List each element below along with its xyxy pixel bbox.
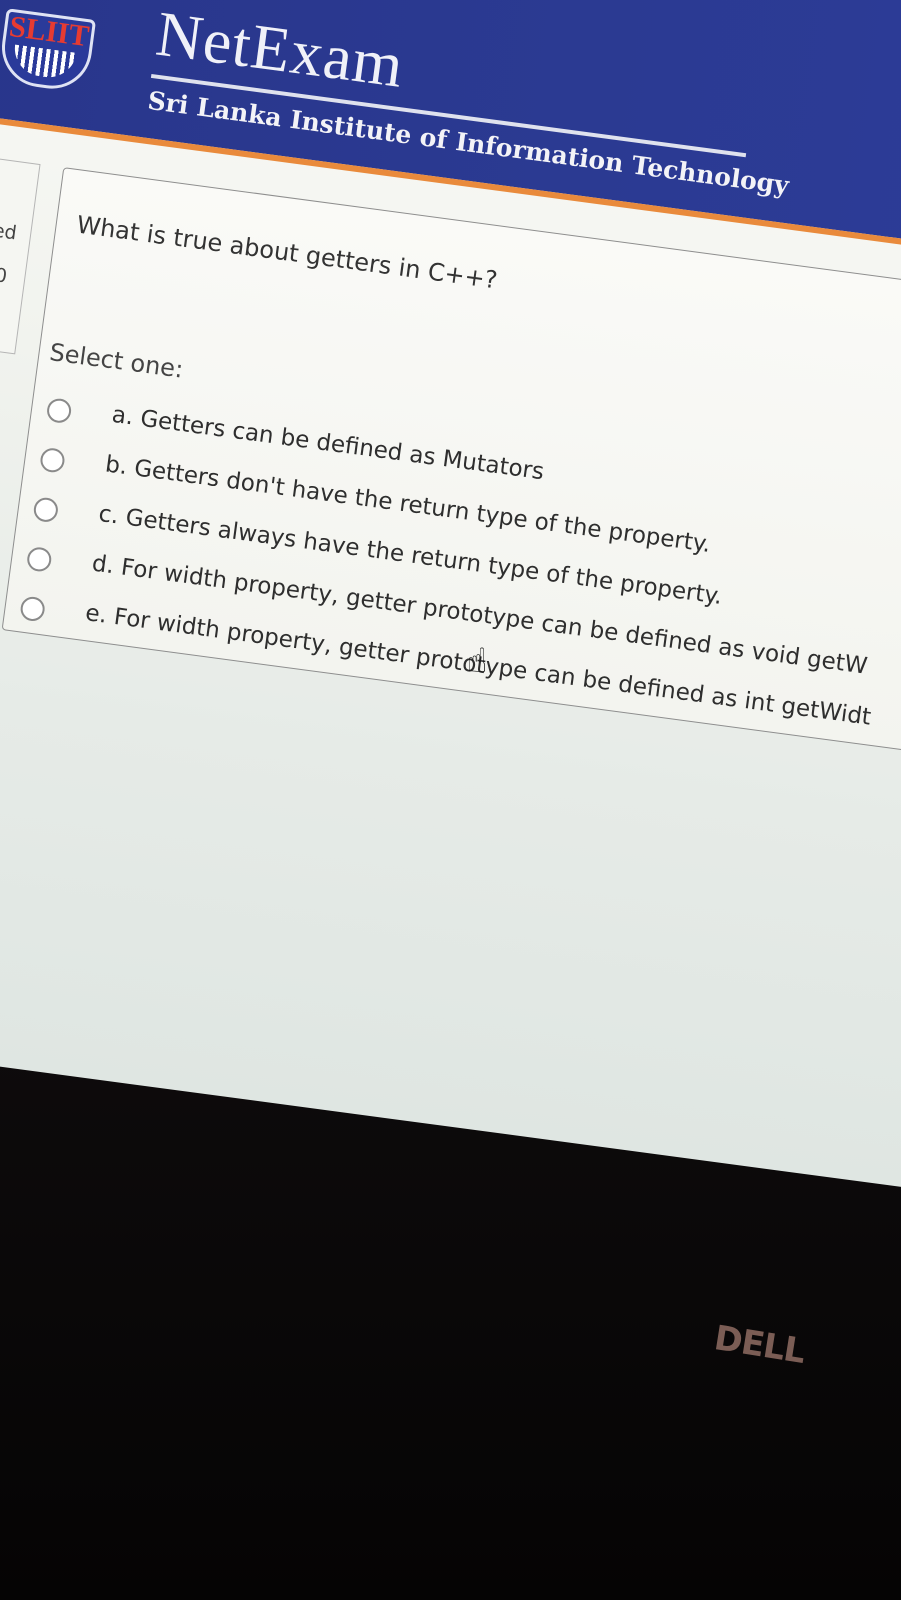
question-box: What is true about getters in C++? Selec…: [1, 167, 901, 776]
radio-button[interactable]: [39, 446, 66, 474]
screen: SLIIT NetExam Sri Lanka Institute of Inf…: [0, 0, 901, 1191]
question-info-panel: 5 wered of 1.0 tion: [0, 142, 41, 355]
brand-title: NetExam: [152, 0, 409, 101]
hand-pointer-icon: ☝: [466, 641, 488, 682]
question-text: What is true about getters in C++?: [75, 210, 500, 295]
institute-name: Sri Lanka Institute of Information Techn…: [146, 85, 791, 201]
radio-button[interactable]: [19, 595, 47, 623]
radio-button[interactable]: [25, 545, 53, 573]
answer-status: wered: [0, 214, 18, 245]
select-one-prompt: Select one:: [47, 338, 185, 384]
radio-button[interactable]: [45, 397, 73, 425]
radio-button[interactable]: [32, 496, 60, 524]
sliit-logo: SLIIT: [0, 8, 97, 94]
question-marks: of 1.0: [0, 259, 9, 288]
